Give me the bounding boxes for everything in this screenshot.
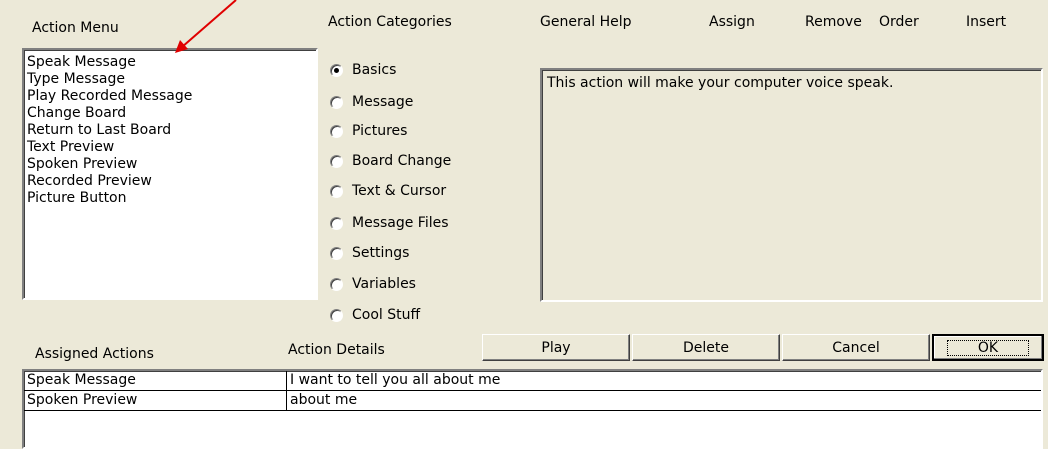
remove-label: Remove	[805, 14, 862, 30]
table-cell-details[interactable]: I want to tell you all about me	[287, 371, 1041, 390]
radio-icon[interactable]	[330, 124, 343, 138]
category-radio-message-files[interactable]: Message Files	[330, 212, 449, 234]
table-cell-action[interactable]: Speak Message	[24, 371, 287, 390]
annotation-arrow-icon	[175, 0, 237, 53]
list-item[interactable]: Play Recorded Message	[27, 88, 313, 105]
list-item[interactable]: Type Message	[27, 71, 313, 88]
radio-icon[interactable]	[330, 277, 343, 291]
assigned-actions-label: Assigned Actions	[35, 346, 154, 362]
category-radio-basics[interactable]: Basics	[330, 59, 396, 81]
list-item[interactable]: Picture Button	[27, 190, 313, 207]
table-cell-action[interactable]: Spoken Preview	[24, 391, 287, 410]
order-label: Order	[879, 14, 919, 30]
help-text: This action will make your computer voic…	[547, 75, 894, 91]
radio-icon[interactable]	[330, 95, 343, 109]
category-radio-message[interactable]: Message	[330, 91, 413, 113]
cancel-button[interactable]: Cancel	[782, 334, 930, 361]
ok-button-label: OK	[946, 339, 1030, 356]
table-row[interactable]: Speak Message I want to tell you all abo…	[24, 371, 1041, 391]
radio-icon[interactable]	[330, 216, 343, 230]
list-item[interactable]: Change Board	[27, 105, 313, 122]
category-radio-text-cursor[interactable]: Text & Cursor	[330, 180, 446, 202]
action-menu-list[interactable]: Speak Message Type Message Play Recorded…	[22, 48, 318, 300]
category-radio-cool-stuff[interactable]: Cool Stuff	[330, 304, 420, 326]
category-radio-pictures[interactable]: Pictures	[330, 120, 407, 142]
assign-label: Assign	[709, 14, 755, 30]
list-item[interactable]: Text Preview	[27, 139, 313, 156]
general-help-label: General Help	[540, 14, 632, 30]
play-button[interactable]: Play	[482, 334, 630, 361]
radio-icon[interactable]	[330, 308, 343, 322]
radio-icon[interactable]	[330, 154, 343, 168]
radio-icon[interactable]	[330, 246, 343, 260]
delete-button[interactable]: Delete	[632, 334, 780, 361]
help-text-box: This action will make your computer voic…	[540, 68, 1043, 302]
table-cell-details[interactable]: about me	[287, 391, 1041, 410]
table-row[interactable]: Spoken Preview about me	[24, 391, 1041, 411]
ok-button[interactable]: OK	[932, 334, 1044, 361]
list-item[interactable]: Spoken Preview	[27, 156, 313, 173]
list-item[interactable]: Return to Last Board	[27, 122, 313, 139]
insert-label: Insert	[966, 14, 1007, 30]
action-details-label: Action Details	[288, 342, 385, 358]
radio-icon[interactable]	[330, 184, 343, 198]
category-radio-settings[interactable]: Settings	[330, 242, 409, 264]
category-radio-board-change[interactable]: Board Change	[330, 150, 451, 172]
category-radio-variables[interactable]: Variables	[330, 273, 416, 295]
list-item[interactable]: Recorded Preview	[27, 173, 313, 190]
action-menu-label: Action Menu	[32, 20, 119, 36]
assigned-actions-table[interactable]: Speak Message I want to tell you all abo…	[22, 369, 1043, 449]
radio-selected-icon[interactable]	[330, 63, 343, 77]
action-categories-label: Action Categories	[328, 14, 452, 30]
